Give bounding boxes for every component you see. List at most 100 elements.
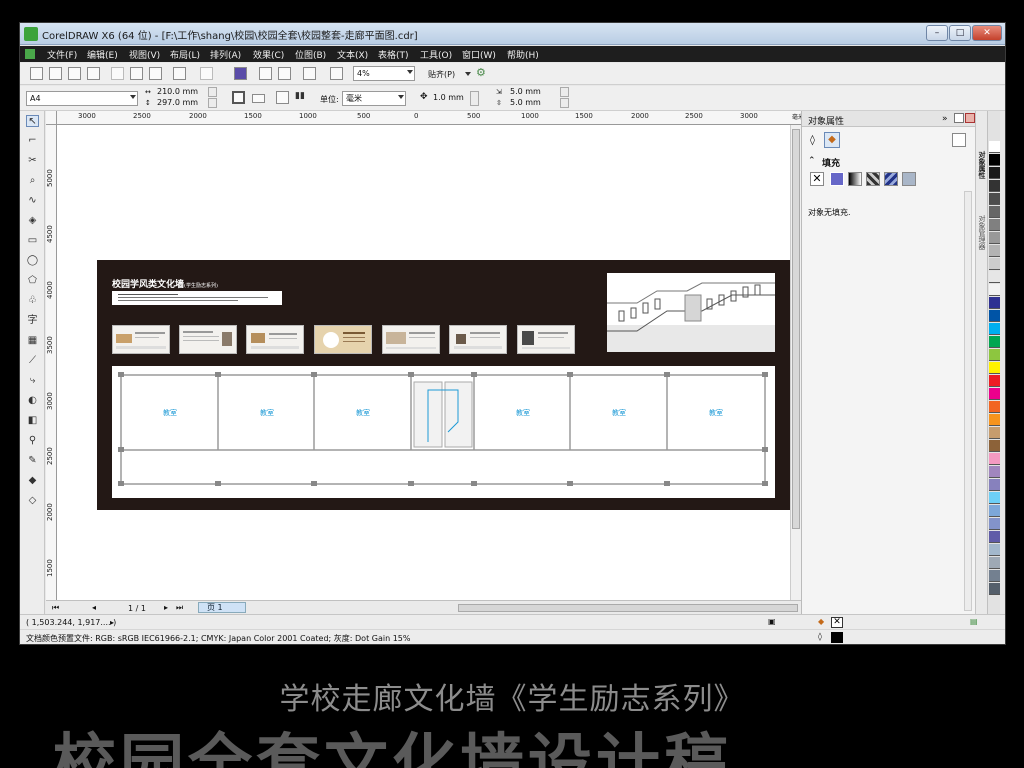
duplicate-y-stepper[interactable] <box>560 98 569 108</box>
menu-table[interactable]: 表格(T) <box>378 48 409 61</box>
menu-file[interactable]: 文件(F) <box>47 48 77 61</box>
eyedropper-tool-icon[interactable]: ⚲ <box>26 435 39 447</box>
docker-scrollbar[interactable] <box>964 191 972 611</box>
tab-object-manager[interactable]: 对象管理器 <box>977 215 987 250</box>
minimize-button[interactable]: – <box>926 25 948 41</box>
color-profile-text[interactable]: 文档颜色预置文件: RGB: sRGB IEC61966-2.1; CMYK: … <box>26 633 410 644</box>
nudge-stepper[interactable] <box>470 91 479 106</box>
chevron-down-icon[interactable] <box>465 72 471 76</box>
snap-to-menu[interactable]: 贴齐(P) <box>428 69 455 80</box>
next-page-icon[interactable]: ▸ <box>164 603 168 612</box>
options-icon[interactable]: ⚙ <box>476 67 489 80</box>
crop-tool-icon[interactable]: ✂ <box>26 155 39 167</box>
palette-swatch[interactable] <box>989 141 1000 153</box>
corridor-floor-plan[interactable]: 教室 教室 教室 教室 教室 教室 <box>112 366 775 498</box>
interactive-effects-icon[interactable]: ◐ <box>26 395 39 407</box>
palette-swatch[interactable] <box>989 193 1000 205</box>
nudge-distance-field[interactable]: 1.0 mm <box>430 91 470 106</box>
outline-pen-icon[interactable]: ✎ <box>26 455 39 467</box>
title-bar[interactable]: CorelDRAW X6 (64 位) - [F:\工作\shang\校园\校园… <box>20 23 1005 45</box>
page-width-field[interactable]: 210.0 mm <box>154 87 206 98</box>
palette-swatch[interactable] <box>989 154 1000 166</box>
palette-swatch[interactable] <box>989 531 1000 543</box>
menu-arrange[interactable]: 排列(A) <box>210 48 241 61</box>
maximize-button[interactable]: □ <box>949 25 971 41</box>
new-document-icon[interactable] <box>30 67 43 80</box>
vertical-scrollbar[interactable] <box>790 125 801 600</box>
freehand-tool-icon[interactable]: ∿ <box>26 195 39 207</box>
palette-swatch[interactable] <box>989 479 1000 491</box>
palette-swatch[interactable] <box>989 349 1000 361</box>
palette-swatch[interactable] <box>989 180 1000 192</box>
width-stepper[interactable] <box>208 87 217 97</box>
ruler-origin[interactable] <box>46 111 57 125</box>
menu-window[interactable]: 窗口(W) <box>462 48 496 61</box>
save-icon[interactable] <box>68 67 81 80</box>
current-page-icon[interactable]: ▮▮ <box>295 91 308 104</box>
snap-status-icon[interactable]: ▣ <box>768 617 776 626</box>
print-icon[interactable] <box>87 67 100 80</box>
zoom-tool-icon[interactable]: ⌕ <box>26 175 39 187</box>
pattern-fill-swatch[interactable] <box>866 172 880 186</box>
wall-panel-thumbnail[interactable] <box>314 325 372 354</box>
prev-page-icon[interactable]: ◂ <box>92 603 96 612</box>
culture-wall-board[interactable]: 校园学风类文化墙(学生励志系列) 教室 教室 教室 教室 教室 教室 <box>97 260 792 510</box>
page-tab-1[interactable]: 页 1 <box>198 602 246 613</box>
duplicate-y-field[interactable]: 5.0 mm <box>507 98 559 109</box>
texture-fill-swatch[interactable] <box>884 172 898 186</box>
cut-icon[interactable] <box>111 67 124 80</box>
open-folder-icon[interactable] <box>49 67 62 80</box>
all-pages-icon[interactable] <box>276 91 289 104</box>
portrait-icon[interactable] <box>232 91 245 104</box>
welcome-screen-icon[interactable] <box>330 67 343 80</box>
palette-swatch[interactable] <box>989 518 1000 530</box>
menu-edit[interactable]: 编辑(E) <box>87 48 118 61</box>
paste-icon[interactable] <box>149 67 162 80</box>
horizontal-scrollbar[interactable] <box>458 604 798 612</box>
status-menu-arrow-icon[interactable]: ▸ <box>110 618 114 627</box>
transparency-tool-icon[interactable]: ◧ <box>26 415 39 427</box>
polygon-tool-icon[interactable]: ⬠ <box>26 275 39 287</box>
docker-options-icon[interactable] <box>952 133 966 147</box>
tab-object-properties[interactable]: 对象属性 <box>977 151 987 179</box>
wall-panel-thumbnail[interactable] <box>112 325 170 354</box>
collapse-section-icon[interactable]: ⌃ <box>808 156 816 166</box>
palette-swatch[interactable] <box>989 583 1000 595</box>
text-tool-icon[interactable]: 字 <box>26 315 39 327</box>
palette-swatch[interactable] <box>989 388 1000 400</box>
palette-swatch[interactable] <box>989 219 1000 231</box>
fountain-fill-swatch[interactable] <box>848 172 862 186</box>
minimize-docker-button[interactable] <box>954 113 964 123</box>
zoom-level-select[interactable]: 4% <box>353 66 415 81</box>
import-icon[interactable] <box>259 67 272 80</box>
outline-color-indicator[interactable] <box>831 632 843 643</box>
horizontal-ruler[interactable]: 3000 2500 2000 1500 1000 500 0 500 1000 … <box>57 111 817 125</box>
scrollbar-thumb[interactable] <box>792 129 800 529</box>
redo-icon[interactable] <box>200 67 213 80</box>
palette-swatch[interactable] <box>989 557 1000 569</box>
palette-swatch[interactable] <box>989 232 1000 244</box>
palette-swatch[interactable] <box>989 167 1000 179</box>
smart-fill-icon[interactable]: ◈ <box>26 215 39 227</box>
duplicate-x-stepper[interactable] <box>560 87 569 97</box>
document-info-icon[interactable]: ▤ <box>970 617 978 626</box>
unit-select[interactable]: 毫米 <box>342 91 406 106</box>
close-docker-button[interactable] <box>965 113 975 123</box>
fill-tool-icon[interactable]: ◆ <box>26 475 39 487</box>
table-tool-icon[interactable]: ▦ <box>26 335 39 347</box>
landscape-icon[interactable] <box>252 94 265 103</box>
copy-icon[interactable] <box>130 67 143 80</box>
wall-panel-thumbnail[interactable] <box>179 325 237 354</box>
palette-swatch[interactable] <box>989 414 1000 426</box>
palette-swatch[interactable] <box>989 453 1000 465</box>
last-page-icon[interactable]: ⏭ <box>176 603 183 613</box>
menu-layout[interactable]: 布局(L) <box>170 48 200 61</box>
basic-shapes-icon[interactable]: ♧ <box>26 295 39 307</box>
postscript-fill-swatch[interactable] <box>902 172 916 186</box>
palette-swatch[interactable] <box>989 570 1000 582</box>
palette-swatch[interactable] <box>989 427 1000 439</box>
dimension-tool-icon[interactable]: ⟋ <box>26 355 39 367</box>
fill-tab-icon[interactable]: ◆ <box>824 132 840 148</box>
wall-panel-thumbnail[interactable] <box>517 325 575 354</box>
undo-icon[interactable] <box>173 67 186 80</box>
